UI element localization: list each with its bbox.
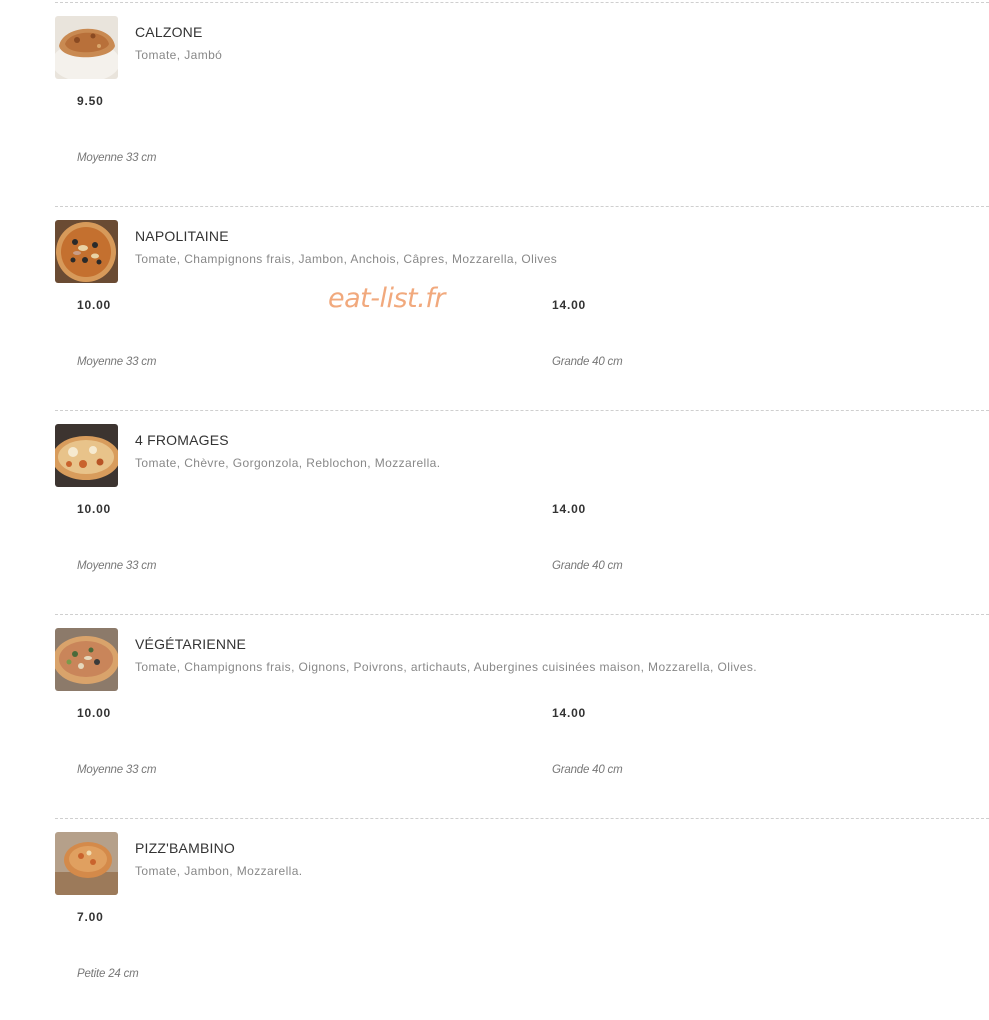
size-medium: Moyenne 33 cm xyxy=(77,152,157,164)
menu-item-calzone[interactable]: CALZONE Tomate, Jambó 9.50 Moyenne 33 cm xyxy=(0,0,989,204)
item-divider xyxy=(55,2,989,3)
item-divider xyxy=(55,206,989,207)
size-large: Grande 40 cm xyxy=(552,356,623,368)
item-description: Tomate, Jambon, Mozzarella. xyxy=(135,864,303,878)
price-large: 14.00 xyxy=(552,502,587,516)
item-divider xyxy=(55,818,989,819)
price-medium: 10.00 xyxy=(77,706,112,720)
watermark: eat-list.fr xyxy=(328,283,445,314)
item-name: VÉGÉTARIENNE xyxy=(135,636,247,652)
item-name: PIZZ'BAMBINO xyxy=(135,840,235,856)
price-medium: 10.00 xyxy=(77,298,112,312)
item-divider xyxy=(55,614,989,615)
pizza-napolitaine-photo[interactable] xyxy=(55,220,118,283)
item-divider xyxy=(55,410,989,411)
pizza-4-fromages-photo[interactable] xyxy=(55,424,118,487)
item-description: Tomate, Champignons frais, Jambon, Ancho… xyxy=(135,252,558,266)
menu-item-napolitaine[interactable]: NAPOLITAINE Tomate, Champignons frais, J… xyxy=(0,204,989,408)
pizza-bambino-photo[interactable] xyxy=(55,832,118,895)
price-medium: 10.00 xyxy=(77,502,112,516)
size-medium: Moyenne 33 cm xyxy=(77,764,157,776)
size-medium: Moyenne 33 cm xyxy=(77,356,157,368)
size-large: Grande 40 cm xyxy=(552,560,623,572)
price-small: 7.00 xyxy=(77,910,104,924)
size-small: Petite 24 cm xyxy=(77,968,139,980)
pizza-vegetarienne-photo[interactable] xyxy=(55,628,118,691)
item-description: Tomate, Chèvre, Gorgonzola, Reblochon, M… xyxy=(135,456,441,470)
item-description: Tomate, Jambó xyxy=(135,48,223,62)
pizza-calzone-photo[interactable] xyxy=(55,16,118,79)
menu-item-vegetarienne[interactable]: VÉGÉTARIENNE Tomate, Champignons frais, … xyxy=(0,612,989,816)
item-name: CALZONE xyxy=(135,24,203,40)
item-name: NAPOLITAINE xyxy=(135,228,229,244)
price-medium: 9.50 xyxy=(77,94,104,108)
item-description: Tomate, Champignons frais, Oignons, Poiv… xyxy=(135,660,758,674)
item-name: 4 FROMAGES xyxy=(135,432,229,448)
price-large: 14.00 xyxy=(552,298,587,312)
price-large: 14.00 xyxy=(552,706,587,720)
menu-item-pizz-bambino[interactable]: PIZZ'BAMBINO Tomate, Jambon, Mozzarella.… xyxy=(0,816,989,1020)
menu-item-4-fromages[interactable]: 4 FROMAGES Tomate, Chèvre, Gorgonzola, R… xyxy=(0,408,989,612)
size-medium: Moyenne 33 cm xyxy=(77,560,157,572)
size-large: Grande 40 cm xyxy=(552,764,623,776)
